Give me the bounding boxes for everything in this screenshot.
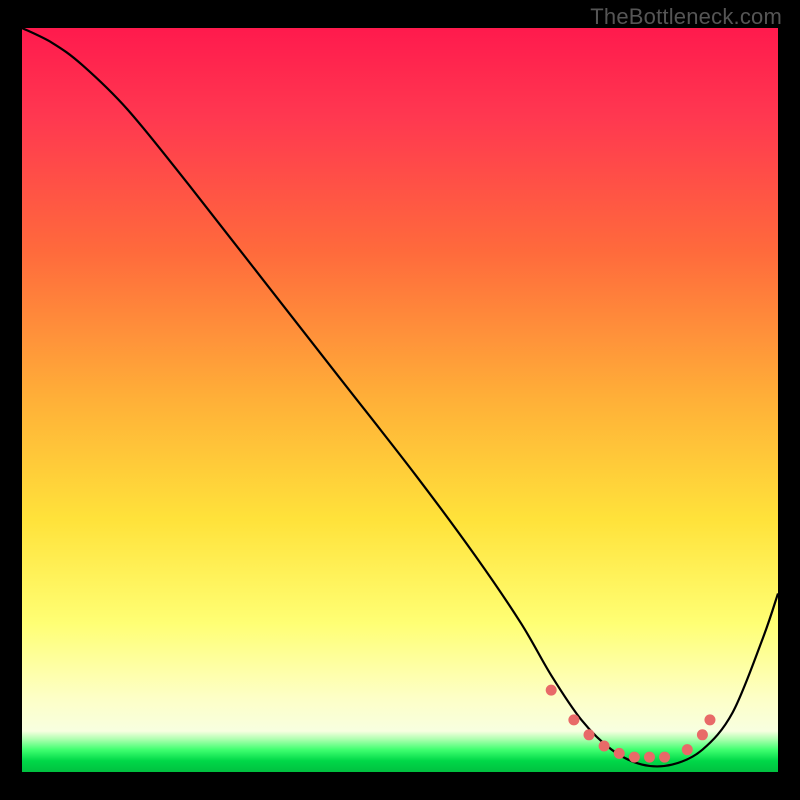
highlight-dot xyxy=(697,729,708,740)
highlight-dot xyxy=(568,714,579,725)
highlight-dot xyxy=(614,748,625,759)
highlight-dot xyxy=(704,714,715,725)
highlight-dot xyxy=(682,744,693,755)
highlight-dot xyxy=(546,685,557,696)
highlight-dot xyxy=(584,729,595,740)
highlight-dot xyxy=(629,752,640,763)
gradient-background xyxy=(22,28,778,772)
watermark-text: TheBottleneck.com xyxy=(590,4,782,30)
highlight-dot xyxy=(644,752,655,763)
highlight-dot xyxy=(659,752,670,763)
highlight-dot xyxy=(599,740,610,751)
chart-area xyxy=(22,28,778,772)
